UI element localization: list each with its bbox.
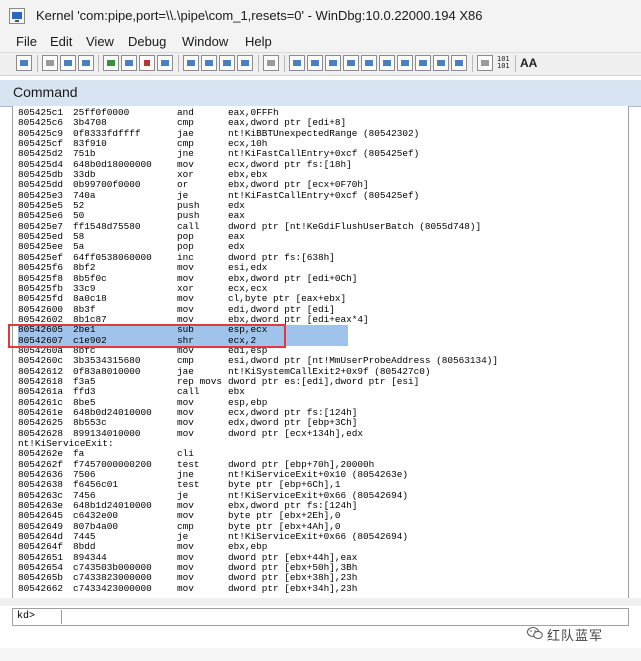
command-input[interactable]: [61, 610, 626, 624]
command-output-pane[interactable]: 805425c1 25ff0f0000 and eax,0FFFh 805425c6 3b…: [12, 106, 629, 606]
kd-prompt: kd>: [17, 611, 36, 622]
operands: dword ptr es:[edi],dword ptr [esi]: [228, 375, 420, 387]
menu-help[interactable]: Help: [245, 34, 272, 49]
locals-icon[interactable]: [307, 55, 323, 71]
operands: cl,byte ptr [eax+ebx]: [228, 293, 347, 305]
toolbar-separator: [178, 55, 179, 72]
registers-icon[interactable]: [325, 55, 341, 71]
scratch-icon[interactable]: [397, 55, 413, 71]
opcode-bytes: c7433423000000: [73, 582, 152, 594]
menu-edit[interactable]: Edit: [50, 34, 72, 49]
operands: esi,edx: [228, 262, 268, 274]
disassembly-line: 805425f6 8bf2 mov esi,edx: [18, 262, 348, 274]
toolbar-separator: [258, 55, 259, 72]
watch-icon[interactable]: [289, 55, 305, 71]
watermark-text: 红队蓝军: [547, 628, 604, 643]
stop-icon[interactable]: [139, 55, 155, 71]
paste-icon[interactable]: [78, 55, 94, 71]
windbg-app-icon: [9, 8, 25, 24]
operands: nt!KiFastCallEntry+0xcf (805425ef): [228, 189, 420, 201]
memory-icon[interactable]: [343, 55, 359, 71]
toolbar-separator: [98, 55, 99, 72]
menu-window[interactable]: Window: [182, 34, 228, 49]
window-title: Kernel 'com:pipe,port=\\.\pipe\com_1,res…: [36, 8, 483, 23]
disassembly-icon[interactable]: [379, 55, 395, 71]
cut-icon[interactable]: [42, 55, 58, 71]
call-stack-icon[interactable]: [361, 55, 377, 71]
mnemonic: mov: [177, 427, 194, 439]
copy-icon[interactable]: [60, 55, 76, 71]
processes-icon[interactable]: [415, 55, 431, 71]
hex-mode-icon[interactable]: 101 101: [497, 56, 510, 70]
toolbar-separator: [37, 55, 38, 72]
break-icon[interactable]: [157, 55, 173, 71]
hand-icon[interactable]: [263, 55, 279, 71]
menu-bar: File Edit View Debug Window Help: [0, 32, 641, 52]
go-icon[interactable]: [103, 55, 119, 71]
step-into-icon[interactable]: [183, 55, 199, 71]
disassembly-line: 80542662 c7433423000000 mov dword ptr [ebx+…: [18, 582, 357, 594]
horizontal-scrollbar[interactable]: [0, 598, 641, 606]
font-icon[interactable]: AA: [520, 56, 537, 70]
operands: dword ptr [ecx+134h],edx: [228, 427, 364, 439]
mnemonic: mov: [177, 293, 194, 305]
address: 80542662: [18, 582, 64, 594]
command-window-header: Command: [0, 80, 641, 107]
restart-icon[interactable]: [121, 55, 137, 71]
operands: dword ptr [ebx+34h],23h: [228, 582, 358, 594]
address: 805425f6: [18, 262, 64, 274]
operands: dword ptr [nt!KeGdiFlushUserBatch (8055d…: [228, 220, 482, 232]
disassembly-line: 805425fd 8a0c18 mov cl,byte ptr [eax+ebx]: [18, 293, 348, 305]
title-bar: Kernel 'com:pipe,port=\\.\pipe\com_1,res…: [0, 0, 641, 33]
toolbar: 101 101 AA: [0, 52, 641, 76]
run-to-cursor-icon[interactable]: [237, 55, 253, 71]
wechat-icon: [527, 627, 543, 639]
opcode-bytes: 8a0c18: [73, 293, 107, 305]
source-mode-icon[interactable]: [477, 55, 493, 71]
menu-view[interactable]: View: [86, 34, 114, 49]
command-input-row: kd>: [12, 608, 629, 626]
toolbar-separator: [515, 55, 516, 72]
address: 805425fd: [18, 293, 64, 305]
command-window-title: Command: [13, 84, 78, 100]
status-strip: [0, 648, 641, 661]
disassembly-listing: 805425c1 25ff0f0000 and eax,0FFFh 805425c6 3b…: [18, 107, 498, 594]
mnemonic: mov: [177, 262, 194, 274]
open-icon[interactable]: [16, 55, 32, 71]
options-icon[interactable]: [451, 55, 467, 71]
opcode-bytes: 8bf2: [73, 262, 96, 274]
menu-file[interactable]: File: [16, 34, 37, 49]
menu-debug[interactable]: Debug: [128, 34, 166, 49]
command-icon[interactable]: [433, 55, 449, 71]
highlight-annotation-box: [8, 324, 286, 348]
toolbar-separator: [472, 55, 473, 72]
step-over-icon[interactable]: [201, 55, 217, 71]
step-out-icon[interactable]: [219, 55, 235, 71]
mnemonic: mov: [177, 582, 194, 594]
toolbar-separator: [284, 55, 285, 72]
